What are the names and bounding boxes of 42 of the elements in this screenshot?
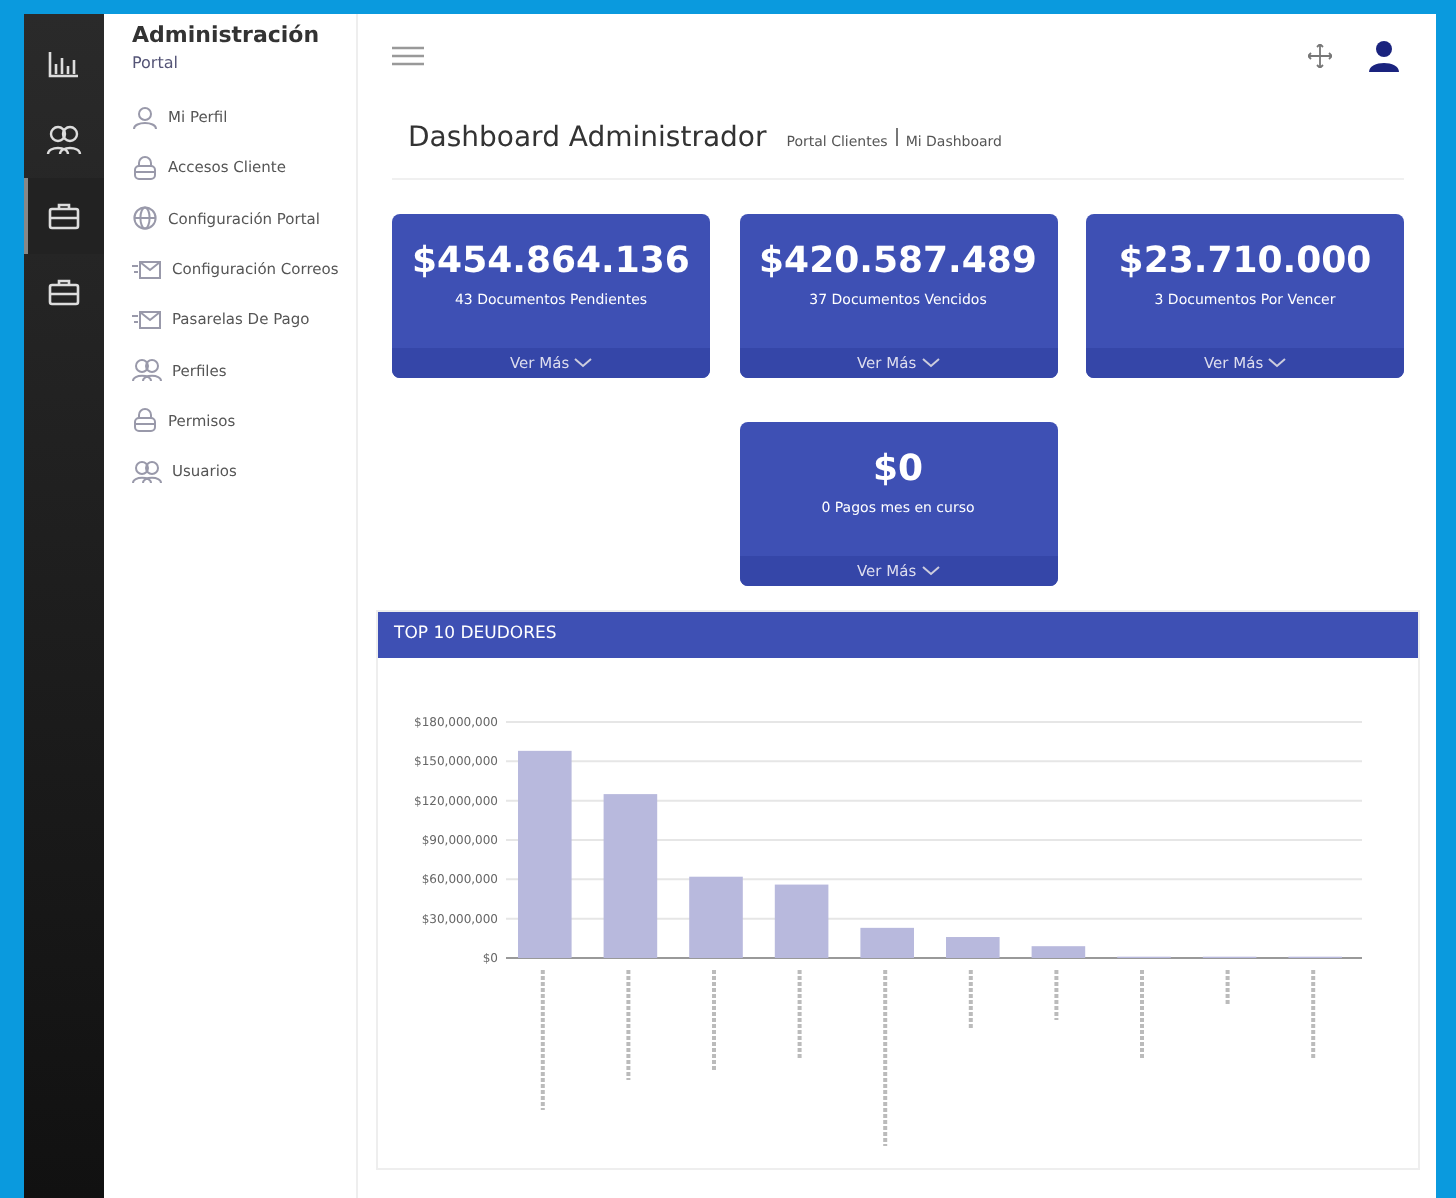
panel-title: TOP 10 DEUDORES: [394, 624, 557, 644]
chevron-down-icon: [574, 358, 592, 368]
chart-bar: [689, 876, 743, 958]
users-icon: [132, 358, 162, 383]
blurred-axis-label: [1054, 970, 1059, 1020]
blurred-axis-label: [540, 970, 545, 1110]
sidebar-subtitle: Portal: [132, 54, 180, 72]
blurred-axis-label: [626, 970, 631, 1080]
lock-icon: [132, 155, 158, 180]
mail-icon: [132, 307, 162, 332]
stat-amount: $454.864.136: [410, 240, 692, 282]
expand-icon[interactable]: [1308, 44, 1332, 68]
briefcase-icon: [48, 278, 80, 306]
blurred-axis-label: [1225, 970, 1230, 1006]
chart-bar: [1031, 946, 1086, 958]
sidebar-title: Administración: [132, 22, 322, 48]
chevron-down-icon: [921, 358, 939, 368]
chevron-down-icon: [1268, 358, 1286, 368]
menu-icon[interactable]: [392, 46, 424, 66]
blurred-axis-label: [797, 970, 802, 1060]
briefcase-icon: [48, 202, 80, 230]
chevron-down-icon: [921, 566, 939, 576]
bar-chart-icon: [48, 50, 80, 78]
lock-icon: [132, 408, 158, 433]
blurred-axis-label: [1140, 970, 1144, 1060]
users-icon: [46, 124, 82, 156]
chart-bar: [860, 927, 914, 958]
globe-icon: [132, 206, 158, 231]
page-title: Dashboard Administrador: [408, 122, 767, 154]
chart-bar: [774, 884, 829, 958]
mail-icon: [132, 257, 162, 282]
stat-amount: $0: [870, 448, 926, 490]
chart-bar: [946, 937, 1000, 958]
blurred-axis-label: [1311, 970, 1316, 1060]
stat-amount: $23.710.000: [1116, 240, 1374, 282]
rail-button[interactable]: [24, 178, 104, 254]
stat-amount: $420.587.489: [757, 240, 1039, 282]
user-icon: [132, 105, 158, 130]
user-icon[interactable]: [1368, 40, 1400, 72]
blurred-axis-label: [712, 970, 716, 1070]
users-icon: [132, 459, 162, 484]
blurred-axis-label: [968, 970, 973, 1030]
